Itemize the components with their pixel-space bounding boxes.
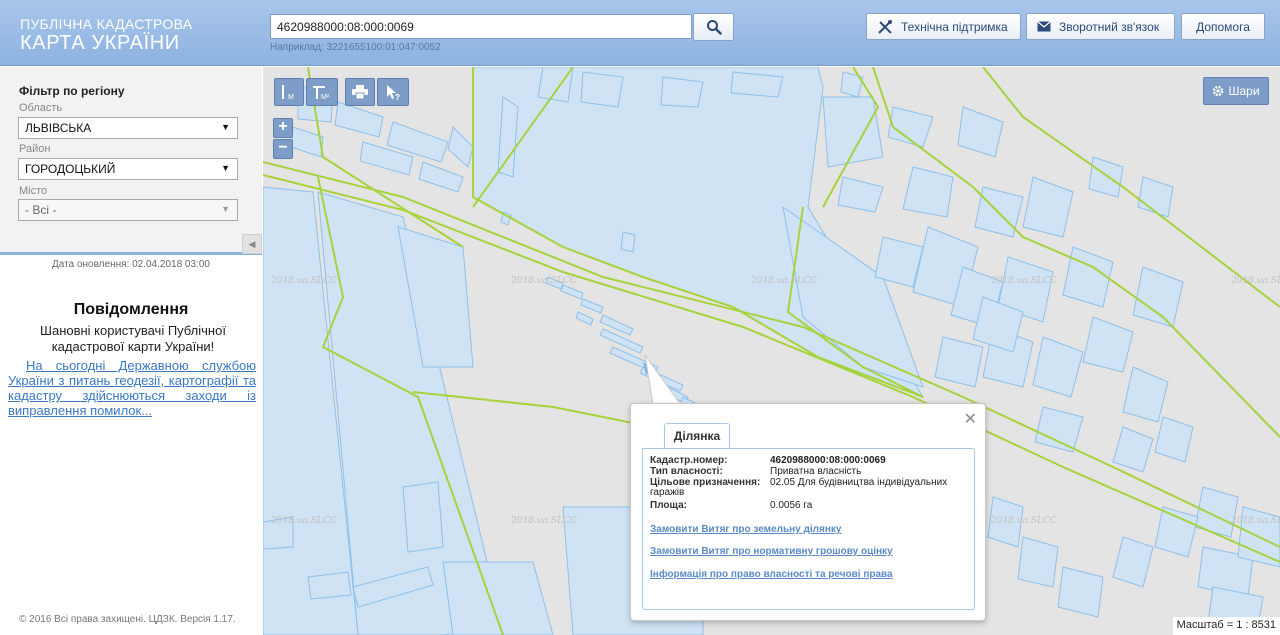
watermark: 2018.ua.SLCC <box>511 516 577 526</box>
search-input[interactable] <box>270 14 692 39</box>
watermark: 2018.ua.SLCC <box>751 276 817 286</box>
chevron-down-icon: ▼ <box>221 163 230 173</box>
search-button[interactable] <box>693 13 734 41</box>
layers-button[interactable]: Шари <box>1203 77 1269 105</box>
chevron-down-icon: ▼ <box>221 204 230 214</box>
logo-line2[interactable]: КАРТА УКРАЇНИ <box>20 32 180 55</box>
feedback-button[interactable]: Зворотний зв'язок <box>1026 13 1175 40</box>
measure-area-button[interactable]: M² <box>306 78 338 106</box>
raion-value: ГОРОДОЦЬКИЙ <box>25 162 116 176</box>
envelope-icon <box>1037 21 1051 32</box>
ownership-value: Приватна власність <box>770 466 862 477</box>
map-scale: Масштаб = 1 : 8531 <box>1172 617 1280 635</box>
update-date: Дата оновлення: 02.04.2018 03:00 <box>52 259 210 270</box>
area-measure-icon: M² <box>313 86 330 101</box>
watermark: 2018.ua.SLCC <box>1231 276 1280 286</box>
raion-select[interactable]: ГОРОДОЦЬКИЙ ▼ <box>18 158 238 180</box>
support-button[interactable]: Технічна підтримка <box>866 13 1021 40</box>
region-filter-panel: Фільтр по регіону Область ЛЬВІВСЬКА ▼ Ра… <box>0 67 262 255</box>
oblast-value: ЛЬВІВСЬКА <box>25 121 92 135</box>
order-valuation-link[interactable]: Замовити Витяг про нормативну грошову оц… <box>650 546 893 557</box>
city-label: Місто <box>19 185 48 197</box>
ruler-icon: M <box>282 85 294 101</box>
close-icon[interactable]: ✕ <box>964 409 977 429</box>
city-value: - Всі - <box>25 203 57 217</box>
support-label: Технічна підтримка <box>901 19 1008 34</box>
help-button[interactable]: Допомога <box>1181 13 1265 40</box>
tab-parcel[interactable]: Ділянка <box>664 423 730 448</box>
ownership-info-link[interactable]: Інформація про право власності та речові… <box>650 569 893 580</box>
order-extract-link[interactable]: Замовити Витяг про земельну ділянку <box>650 524 841 535</box>
notice-body: Шановні користувачі Публічної кадастрово… <box>40 323 226 354</box>
collapse-panel-button[interactable]: ◀ <box>242 234 262 254</box>
tools-icon <box>878 19 892 34</box>
cadnum-label: Кадастр.номер: <box>650 455 728 466</box>
cadastral-map[interactable]: M M² ? + − Шари 2018.ua.SLCC 2018.ua.SLC… <box>263 67 1280 635</box>
ownership-label: Тип власності: <box>650 466 723 477</box>
print-button[interactable] <box>345 78 375 106</box>
gear-icon <box>1213 85 1224 97</box>
watermark: 2018.ua.SLCC <box>991 276 1057 286</box>
logo-line1[interactable]: ПУБЛІЧНА КАДАСТРОВА <box>20 16 192 32</box>
raion-label: Район <box>19 143 51 155</box>
oblast-label: Область <box>19 102 63 114</box>
purpose-value: 02.05 Для будівництва індивідуальних гар… <box>650 477 948 498</box>
chevron-left-icon: ◀ <box>248 238 256 249</box>
svg-text:M²: M² <box>321 94 330 101</box>
printer-icon <box>352 85 368 99</box>
filter-title: Фільтр по регіону <box>19 84 125 98</box>
area-value: 0.0056 га <box>770 500 813 511</box>
header: ПУБЛІЧНА КАДАСТРОВА КАРТА УКРАЇНИ Наприк… <box>0 0 1280 66</box>
cadnum-value: 4620988000:08:000:0069 <box>770 455 886 466</box>
zoom-out-button[interactable]: − <box>273 139 293 159</box>
parcel-details: Кадастр.номер: 4620988000:08:000:0069 Ти… <box>642 448 975 610</box>
popup-pointer <box>644 355 682 406</box>
cursor-question-icon: ? <box>387 85 400 101</box>
city-select[interactable]: - Всі - ▼ <box>18 199 238 221</box>
layers-label: Шари <box>1228 84 1260 98</box>
watermark: 2018.ua.SLCC <box>511 276 577 286</box>
watermark: 2018.ua.SLCC <box>991 516 1057 526</box>
feedback-label: Зворотний зв'язок <box>1059 19 1160 34</box>
parcel-info-popup: ✕ Ділянка Кадастр.номер: 4620988000:08:0… <box>630 403 986 621</box>
watermark: 2018.ua.SLCC <box>271 276 337 286</box>
zoom-in-button[interactable]: + <box>273 118 293 138</box>
oblast-select[interactable]: ЛЬВІВСЬКА ▼ <box>18 117 238 139</box>
measure-distance-button[interactable]: M <box>274 78 304 106</box>
notice-link[interactable]: На сьогодні Державною службою України з … <box>8 358 256 418</box>
search-hint: Наприклад: 3221655100:01:047:0052 <box>270 42 441 53</box>
chevron-down-icon: ▼ <box>221 122 230 132</box>
watermark: 2018.ua.SLCC <box>271 516 337 526</box>
watermark: 2018.ua.SLCC <box>1231 516 1280 526</box>
identify-button[interactable]: ? <box>377 78 409 106</box>
svg-text:M: M <box>288 94 294 101</box>
notice-title: Повідомлення <box>73 301 189 318</box>
help-label: Допомога <box>1196 19 1250 34</box>
svg-text:?: ? <box>395 93 400 101</box>
search-icon <box>706 20 722 35</box>
area-label: Площа: <box>650 500 687 511</box>
footer-copyright: © 2016 Всі права захищені. ЦДЗК. Версія … <box>19 614 236 625</box>
